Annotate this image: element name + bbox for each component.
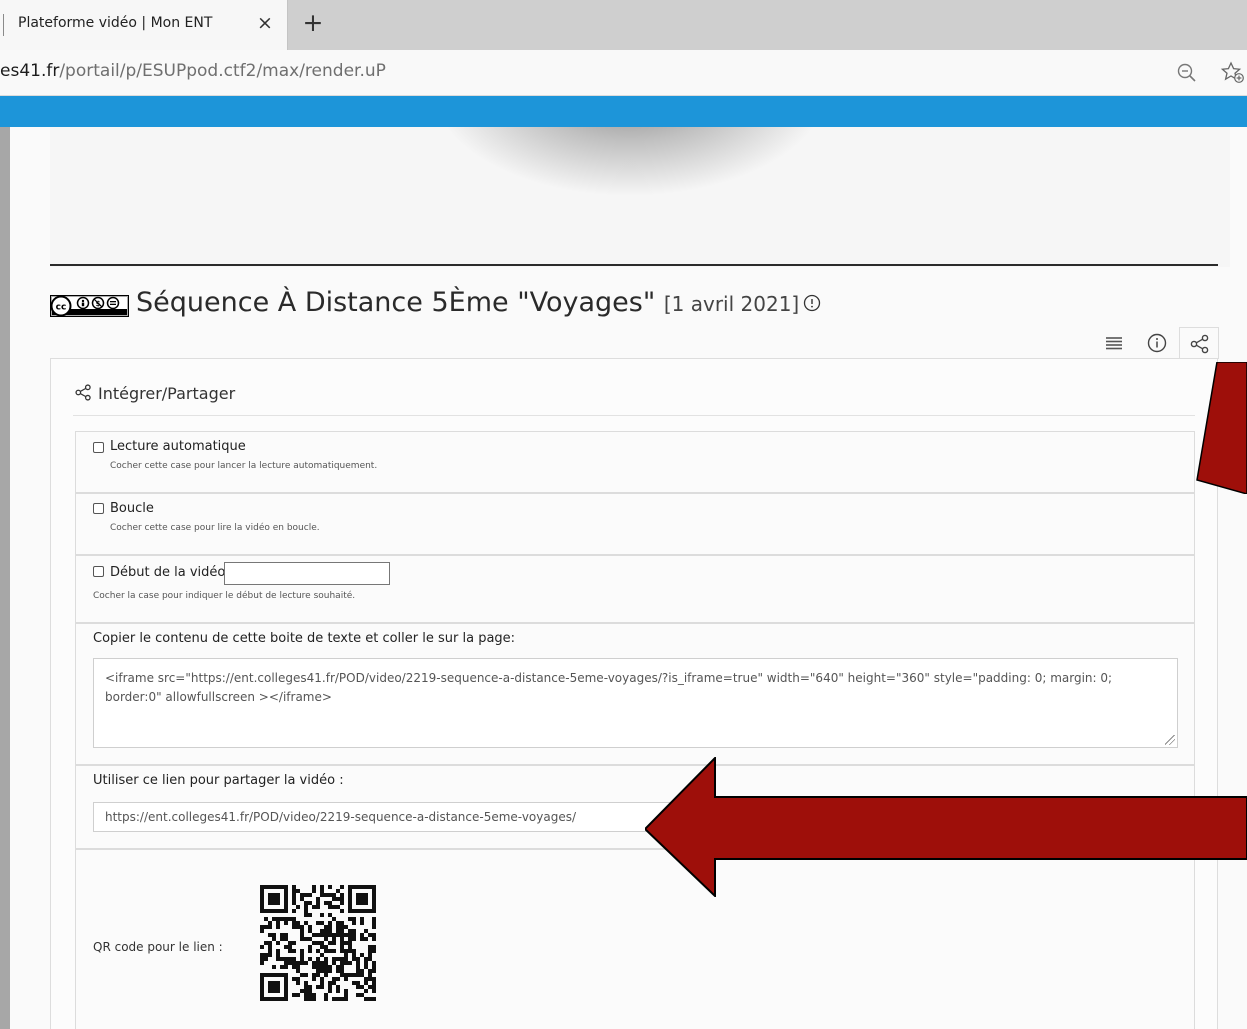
autoplay-option: Lecture automatique Cocher cette case po… <box>75 431 1195 493</box>
address-bar[interactable]: es41.fr/portail/p/ESUPpod.ctf2/max/rende… <box>0 50 1247 96</box>
share-link-text: https://ent.colleges41.fr/POD/video/2219… <box>105 810 577 824</box>
browser-tab[interactable]: Plateforme vidéo | Mon ENT × <box>0 0 288 50</box>
annotation-arrow-left <box>645 757 1247 897</box>
start-time-input[interactable] <box>224 562 390 585</box>
new-tab-icon[interactable]: + <box>300 9 326 37</box>
link-label: Utiliser ce lien pour partager la vidéo … <box>93 773 344 788</box>
panel-divider <box>73 415 1195 416</box>
start-help: Cocher la case pour indiquer le début de… <box>93 591 356 601</box>
title-divider <box>50 264 1218 266</box>
share-icon <box>1190 334 1209 354</box>
loop-checkbox[interactable] <box>93 503 104 514</box>
video-title: Séquence À Distance 5Ème "Voyages" [1 av… <box>136 287 821 318</box>
url-host: es41.fr <box>0 61 60 81</box>
panel-title: Intégrer/Partager <box>74 383 235 403</box>
left-gutter <box>0 127 10 1029</box>
list-menu-icon[interactable] <box>1102 331 1126 355</box>
favorite-star-icon[interactable] <box>1220 61 1246 85</box>
share-icon <box>75 384 91 401</box>
panel-title-text: Intégrer/Partager <box>98 384 236 403</box>
embed-code-text: <iframe src="https://ent.colleges41.fr/P… <box>105 671 1113 704</box>
autoplay-help: Cocher cette case pour lancer la lecture… <box>110 461 378 471</box>
qr-modules <box>260 885 376 1001</box>
autoplay-label: Lecture automatique <box>110 439 246 454</box>
browser-tab-bar: Plateforme vidéo | Mon ENT × + <box>0 0 1247 50</box>
video-player-bottom <box>50 127 1230 267</box>
start-option: Début de la vidéo Cocher la case pour in… <box>75 555 1195 623</box>
qr-code-image <box>260 885 376 1001</box>
tab-divider <box>3 14 4 36</box>
annotation-arrow-up <box>1196 362 1247 494</box>
info-icon[interactable] <box>1145 331 1169 355</box>
loop-label: Boucle <box>110 501 154 516</box>
info-icon[interactable] <box>803 294 821 312</box>
autoplay-checkbox[interactable] <box>93 442 104 453</box>
close-tab-icon[interactable]: × <box>253 11 277 35</box>
svg-text:cc: cc <box>56 303 67 313</box>
start-checkbox[interactable] <box>93 566 104 577</box>
loop-option: Boucle Cocher cette case pour lire la vi… <box>75 493 1195 555</box>
qr-label: QR code pour le lien : <box>93 940 223 954</box>
loop-help: Cocher cette case pour lire la vidéo en … <box>110 523 320 533</box>
start-label: Début de la vidéo <box>110 565 226 580</box>
creative-commons-by-nc-nd-icon: cc $ <box>50 295 129 317</box>
zoom-out-icon[interactable] <box>1176 62 1198 84</box>
url-path: /portail/p/ESUPpod.ctf2/max/render.uP <box>59 61 386 81</box>
embed-code-textarea[interactable]: <iframe src="https://ent.colleges41.fr/P… <box>93 658 1178 748</box>
resize-handle[interactable] <box>1165 735 1175 745</box>
share-tab[interactable] <box>1179 327 1219 359</box>
embed-label: Copier le contenu de cette boite de text… <box>93 631 516 646</box>
url-text[interactable]: es41.fr/portail/p/ESUPpod.ctf2/max/rende… <box>0 61 386 81</box>
embed-option: Copier le contenu de cette boite de text… <box>75 623 1195 765</box>
portal-header-bar <box>0 96 1247 127</box>
share-panel: Intégrer/Partager Lecture automatique Co… <box>50 358 1218 1029</box>
video-title-text: Séquence À Distance 5Ème "Voyages" <box>136 287 656 318</box>
tab-title: Plateforme vidéo | Mon ENT <box>18 15 213 31</box>
video-date: [1 avril 2021] <box>663 292 800 316</box>
